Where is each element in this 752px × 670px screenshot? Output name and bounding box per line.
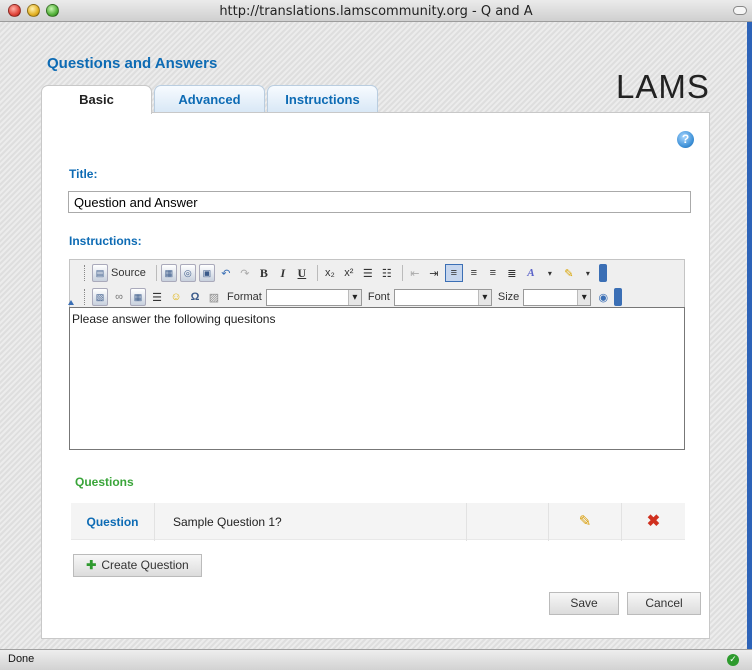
- lams-logo: LAMS: [616, 68, 710, 106]
- bulleted-list-icon[interactable]: ☷: [379, 264, 395, 282]
- subscript-icon[interactable]: x₂: [322, 264, 338, 282]
- size-select[interactable]: [523, 288, 592, 306]
- plus-icon: ✚: [86, 558, 97, 572]
- question-text: Sample Question 1?: [155, 503, 467, 541]
- create-question-button[interactable]: ✚ Create Question: [73, 554, 202, 577]
- text-color-icon[interactable]: A: [523, 264, 539, 282]
- save-button[interactable]: Save: [549, 592, 619, 615]
- text-color-dropdown-icon[interactable]: ▾: [542, 264, 558, 282]
- paste-word-icon[interactable]: ▨: [206, 288, 222, 306]
- instructions-editor: ▤ Source ▦ ◎ ▣ ↶ ↷ B I U x₂ x² ☰ ☷ ⇤ ⇥ ≡…: [68, 259, 685, 450]
- smiley-icon[interactable]: ☺: [168, 288, 184, 306]
- image-icon[interactable]: ▧: [92, 288, 108, 306]
- indent-icon[interactable]: ⇥: [426, 264, 442, 282]
- toolbar-grip[interactable]: [84, 265, 87, 281]
- horizontal-rule-icon[interactable]: ☰: [149, 288, 165, 306]
- delete-icon[interactable]: ✖: [622, 503, 685, 541]
- font-select[interactable]: [393, 288, 492, 306]
- page-title: Questions and Answers: [47, 55, 218, 72]
- create-question-label: Create Question: [101, 558, 189, 572]
- toolbar-expand-icon[interactable]: [614, 288, 623, 306]
- scrollbar[interactable]: [747, 22, 752, 649]
- outdent-icon[interactable]: ⇤: [407, 264, 423, 282]
- redo-icon[interactable]: ↷: [237, 264, 253, 282]
- tab-instructions[interactable]: Instructions: [267, 85, 378, 112]
- font-label: Font: [367, 291, 390, 303]
- tab-basic[interactable]: Basic: [41, 85, 152, 114]
- numbered-list-icon[interactable]: ☰: [360, 264, 376, 282]
- align-left-icon[interactable]: ≡: [444, 264, 463, 282]
- superscript-icon[interactable]: x²: [341, 264, 357, 282]
- tab-advanced[interactable]: Advanced: [154, 85, 265, 112]
- background-color-icon[interactable]: ✎: [561, 264, 577, 282]
- toolbar-expand-icon[interactable]: [598, 264, 607, 282]
- title-label: Title:: [69, 167, 98, 181]
- toolbar-toggle-button[interactable]: [733, 6, 747, 15]
- paste-icon[interactable]: ▣: [198, 264, 215, 282]
- undo-icon[interactable]: ↶: [218, 264, 234, 282]
- new-page-icon[interactable]: ▦: [160, 264, 177, 282]
- edit-pencil-icon[interactable]: ✎: [549, 503, 622, 541]
- table-icon[interactable]: ▦: [130, 288, 146, 306]
- cancel-button[interactable]: Cancel: [627, 592, 701, 615]
- editor-toolbar: ▤ Source ▦ ◎ ▣ ↶ ↷ B I U x₂ x² ☰ ☷ ⇤ ⇥ ≡…: [69, 259, 685, 307]
- question-empty-cell: [467, 503, 549, 541]
- instructions-text-area[interactable]: Please answer the following quesitons: [69, 307, 685, 450]
- question-row-label: Question: [71, 503, 155, 541]
- toolbar-grip[interactable]: [84, 289, 87, 305]
- size-label: Size: [497, 291, 520, 303]
- toolbar-divider: [155, 265, 157, 281]
- align-right-icon[interactable]: ≡: [485, 264, 501, 282]
- status-bar: Done ✓: [0, 649, 752, 670]
- format-label: Format: [227, 291, 262, 303]
- window-title: http://translations.lamscommunity.org - …: [219, 4, 533, 19]
- align-center-icon[interactable]: ≡: [466, 264, 482, 282]
- justify-icon[interactable]: ≣: [504, 264, 520, 282]
- status-text: Done: [8, 653, 35, 665]
- italic-button[interactable]: I: [275, 264, 291, 282]
- logo-text: LAMS: [616, 68, 710, 105]
- underline-button[interactable]: U: [294, 264, 310, 282]
- help-icon[interactable]: ?: [677, 131, 694, 148]
- questions-section-title: Questions: [75, 475, 134, 489]
- title-input[interactable]: [68, 191, 691, 213]
- toolbar-divider: [401, 265, 403, 281]
- bold-button[interactable]: B: [256, 264, 272, 282]
- table-row: Question Sample Question 1? ✎ ✖: [71, 502, 685, 541]
- source-icon: ▤: [92, 264, 108, 282]
- instructions-label: Instructions:: [69, 234, 142, 248]
- toolbar-divider: [316, 265, 318, 281]
- about-icon[interactable]: ◉: [595, 288, 611, 306]
- format-select[interactable]: [265, 288, 362, 306]
- security-check-icon: ✓: [727, 654, 739, 666]
- toolbar-collapse-icon[interactable]: [68, 299, 74, 305]
- special-character-icon[interactable]: Ω: [187, 288, 203, 306]
- link-icon[interactable]: ∞: [111, 288, 127, 306]
- source-button[interactable]: Source: [111, 264, 146, 282]
- background-color-dropdown-icon[interactable]: ▾: [580, 264, 596, 282]
- window-titlebar: http://translations.lamscommunity.org - …: [0, 0, 752, 22]
- preview-icon[interactable]: ◎: [179, 264, 196, 282]
